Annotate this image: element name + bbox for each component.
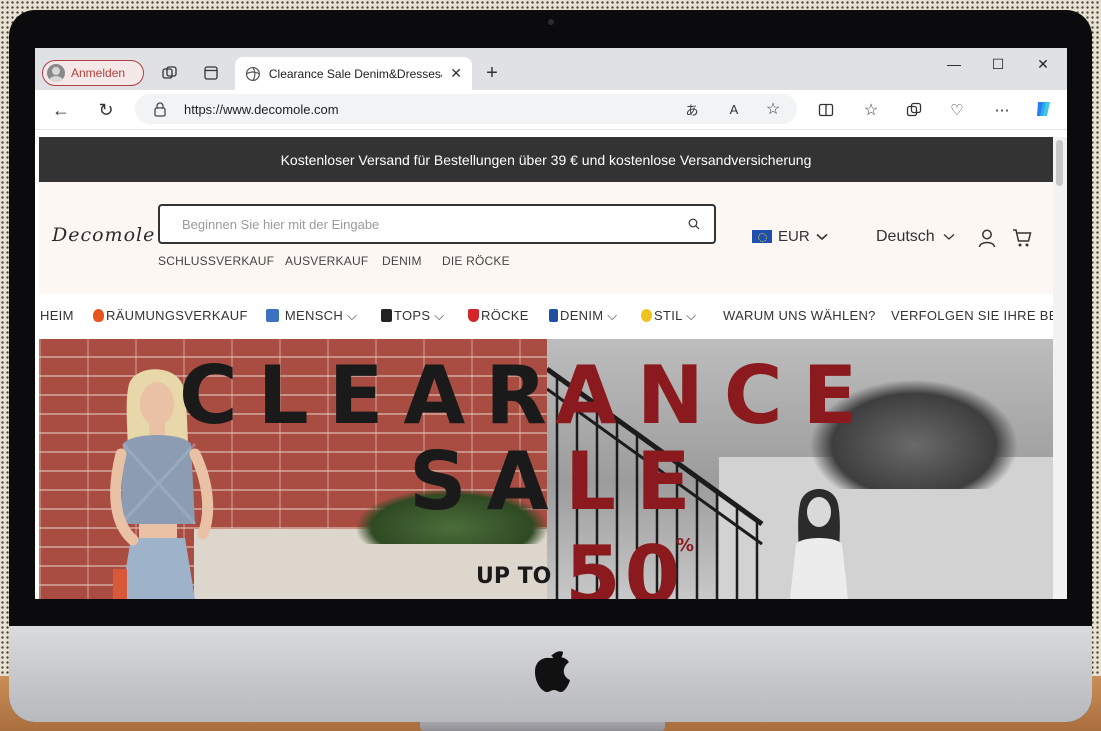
shirt-icon [266,309,279,322]
cart-icon[interactable] [1012,228,1032,248]
site-header: Decomole Beginnen Sie hier mit der Einga… [39,182,1053,294]
chevron-down-icon: ⌵ [430,308,445,323]
read-aloud-icon[interactable]: A [723,98,745,120]
quick-link-die-roecke[interactable]: DIE RÖCKE [442,254,510,268]
nav-label: MENSCH [284,308,344,323]
hero-up-to: UP TO [476,564,552,589]
model-photo-right [790,489,848,599]
nav-label: TOPS [394,308,431,323]
chevron-down-icon: ⌵ [343,308,358,323]
web-page: Kostenloser Versand für Bestellungen übe… [39,137,1053,599]
search-icon[interactable] [688,218,700,230]
tab-active[interactable]: Clearance Sale Denim&Dresses& ✕ [235,57,472,90]
nav-label: STIL [654,308,683,323]
lock-icon[interactable] [153,101,167,117]
nav-item-denim[interactable]: DENIM ⌵ [549,308,617,324]
scrollbar-thumb[interactable] [1056,140,1063,186]
tab-bar: Anmelden Clearance Sale Denim&Dresses& ✕… [35,48,1067,90]
top-icon [381,309,392,322]
site-favicon-icon [245,66,260,81]
toolbar: ← ↻ https://www.decomole.com あ A ☆ ☆ ♡ ⋯ [35,90,1067,130]
imac-monitor: Anmelden Clearance Sale Denim&Dresses& ✕… [9,10,1092,722]
hero-headline-sa: SA [409,435,569,528]
nav-item-tops[interactable]: TOPS ⌵ [381,308,444,324]
main-nav: HEIM RÄUMUNGSVERKAUF MENSCH ⌵ TOPS ⌵ RÖC… [39,294,1053,339]
nav-label: DENIM [560,308,604,323]
announcement-bar: Kostenloser Versand für Bestellungen übe… [39,137,1053,182]
new-tab-icon[interactable]: + [481,62,503,84]
tab-title: Clearance Sale Denim&Dresses& [268,66,443,81]
copilot-icon[interactable] [1033,98,1055,120]
translate-icon[interactable]: あ [681,98,703,120]
hero-headline-le: LE [565,435,711,528]
hero-headline-ance: ANCE [555,349,878,442]
collections-icon[interactable] [903,99,925,121]
eu-flag-icon [752,230,772,243]
quick-link-ausverkauf[interactable]: AUSVERKAUF [285,254,368,268]
jeans-icon [549,309,558,322]
site-logo[interactable]: Decomole [52,224,155,246]
window-close-icon[interactable]: ✕ [1028,56,1058,73]
nav-item-roecke[interactable]: RÖCKE [468,308,529,323]
dress-icon [468,309,479,322]
chevron-down-icon: ⌵ [682,308,697,323]
tab-actions-icon[interactable] [200,62,222,84]
nav-label: RÖCKE [481,308,529,323]
sparkles-icon [641,309,652,322]
signin-label: Anmelden [71,66,126,80]
url-text: https://www.decomole.com [184,102,339,117]
scrollbar[interactable] [1053,137,1067,599]
chevron-down-icon: ⌵ [603,308,618,323]
tab-close-icon[interactable]: ✕ [450,65,462,82]
chevron-down-icon [816,233,828,240]
favorites-icon[interactable]: ☆ [860,99,882,121]
search-box[interactable]: Beginnen Sie hier mit der Eingabe [158,204,716,244]
workspaces-icon[interactable] [159,62,181,84]
signin-button[interactable]: Anmelden [42,60,144,86]
currency-label: EUR [778,228,810,245]
address-bar[interactable]: https://www.decomole.com あ A ☆ [135,94,797,124]
split-screen-icon[interactable] [815,99,837,121]
minimize-icon[interactable]: — [939,56,969,72]
nav-item-stil[interactable]: STIL ⌵ [641,308,696,324]
maximize-icon[interactable]: ☐ [983,56,1013,73]
quick-link-denim[interactable]: DENIM [382,254,422,268]
camera [548,19,554,25]
hero-discount: 50 [565,529,685,599]
hero-headline-clear: CLEAR [179,349,567,442]
profile-icon [47,64,65,82]
account-icon[interactable] [977,228,997,248]
hero-percent: % [676,535,695,556]
back-icon[interactable]: ← [50,99,72,121]
nav-item-raeumungsverkauf[interactable]: RÄUMUNGSVERKAUF [93,308,248,323]
browser-health-icon[interactable]: ♡ [946,99,968,121]
language-selector[interactable]: Deutsch [876,228,955,246]
refresh-icon[interactable]: ↻ [95,99,117,121]
nav-item-verfolgen[interactable]: VERFOLGEN SIE IHRE BES [891,308,1053,323]
nav-item-heim[interactable]: HEIM [40,308,74,323]
favorite-star-icon[interactable]: ☆ [762,98,784,120]
nav-item-warum-uns-waehlen[interactable]: WARUM UNS WÄHLEN? [723,308,876,323]
nav-item-mensch[interactable]: MENSCH ⌵ [266,308,357,324]
quick-link-schlussverkauf[interactable]: SCHLUSSVERKAUF [158,254,274,268]
currency-selector[interactable]: EUR [752,228,828,245]
browser-window: Anmelden Clearance Sale Denim&Dresses& ✕… [35,48,1067,599]
search-placeholder: Beginnen Sie hier mit der Eingabe [182,217,380,232]
chevron-down-icon [943,234,955,240]
hero-banner[interactable]: CLEAR ANCE SA LE UP TO 50 % [39,339,1053,599]
nav-label: RÄUMUNGSVERKAUF [106,308,248,323]
apple-logo-icon [535,651,570,692]
language-label: Deutsch [876,228,935,245]
fire-icon [93,309,104,322]
more-menu-icon[interactable]: ⋯ [991,99,1013,121]
